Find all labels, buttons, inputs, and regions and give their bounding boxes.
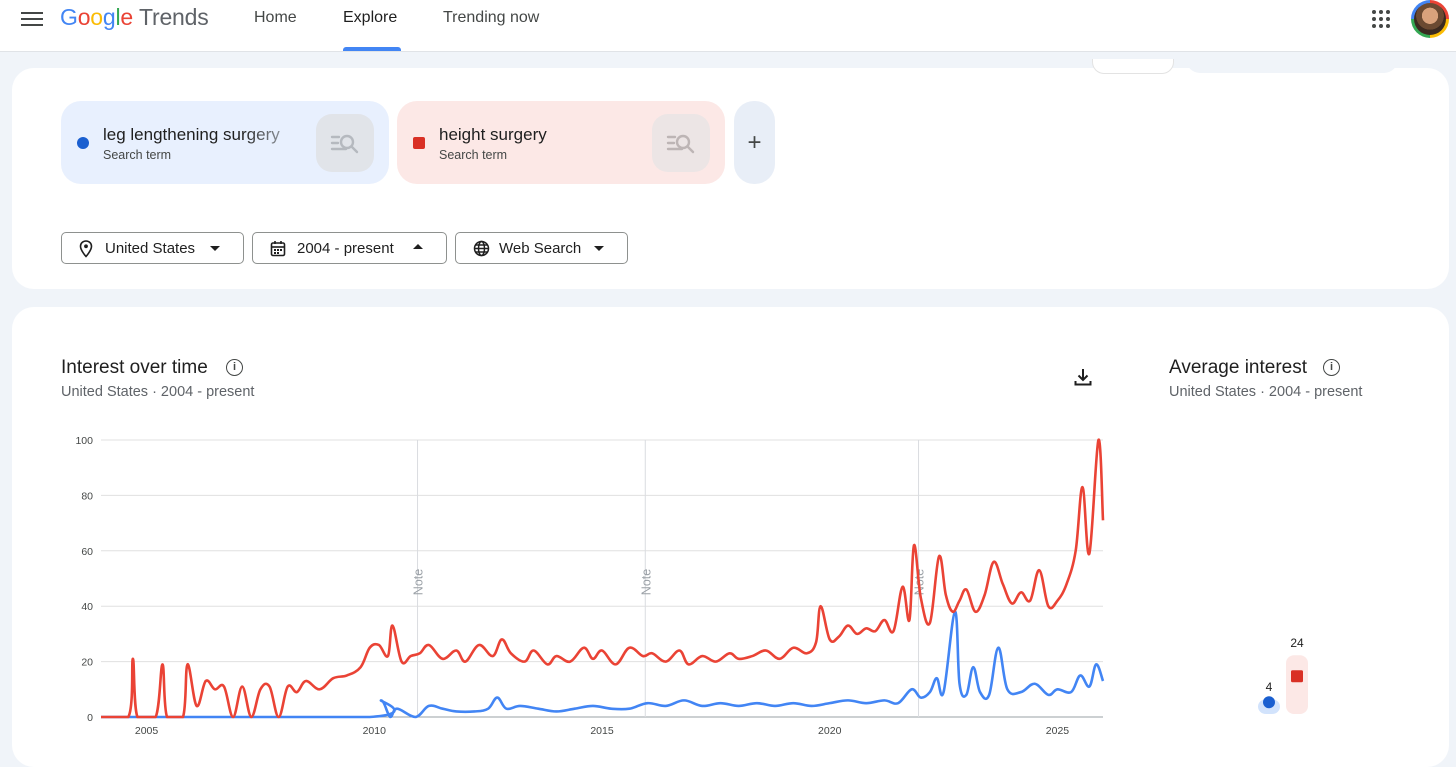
logo-letter: o [77, 4, 91, 30]
x-tick-label: 2005 [135, 725, 159, 737]
property-filter-label: Web Search [499, 240, 582, 257]
add-term-button[interactable]: + [734, 101, 775, 184]
note-label[interactable]: Note [639, 569, 653, 595]
dropdown-arrow-icon [594, 246, 604, 251]
average-interest-title: Average interest [1169, 357, 1308, 378]
logo-letter: e [120, 4, 133, 30]
hidden-toolbar-button [1092, 59, 1174, 74]
info-icon[interactable]: i [1323, 359, 1340, 376]
logo-letter: g [102, 4, 116, 30]
hidden-toolbar-field [1186, 59, 1398, 73]
region-filter-label: United States [105, 240, 196, 257]
average-value-label: 4 [1266, 680, 1273, 694]
region-filter-dropdown[interactable]: United States [61, 232, 244, 264]
search-term-chip-1[interactable]: leg lengthening surgery Search term [61, 101, 389, 184]
location-pin-icon [79, 240, 93, 258]
account-avatar[interactable] [1411, 0, 1449, 38]
logo-trends-word: Trends [139, 4, 209, 30]
series-marker-blue-dot [77, 137, 89, 149]
search-term-type: Search term [103, 148, 172, 162]
average-interest-subtitle: United States · 2004 - present [1169, 384, 1363, 400]
y-tick-label: 60 [81, 546, 93, 558]
download-csv-icon[interactable] [1072, 366, 1094, 388]
y-tick-label: 20 [81, 657, 93, 669]
search-explore-button[interactable] [316, 114, 374, 172]
average-interest-chart: 4 24 [1258, 636, 1308, 714]
globe-icon [473, 240, 490, 257]
hamburger-menu-icon[interactable] [21, 9, 43, 29]
y-tick-label: 40 [81, 601, 93, 613]
dropdown-arrow-icon [210, 246, 220, 251]
average-marker-dot [1263, 696, 1275, 709]
average-value-label: 24 [1290, 636, 1304, 650]
y-tick-label: 100 [75, 435, 93, 447]
top-app-bar: Google Trends Home Explore Trending now [0, 0, 1456, 52]
property-filter-dropdown[interactable]: Web Search [455, 232, 628, 264]
logo-letter: G [60, 4, 78, 30]
average-marker-square [1291, 670, 1303, 683]
info-icon[interactable]: i [226, 359, 243, 376]
x-tick-label: 2015 [590, 725, 614, 737]
y-tick-label: 0 [87, 712, 93, 724]
search-term-type: Search term [439, 148, 508, 162]
x-tick-label: 2020 [818, 725, 842, 737]
series-marker-red-square [413, 137, 425, 149]
search-term-name: leg lengthening surgery [103, 125, 280, 144]
interest-over-time-subtitle: United States · 2004 - present [61, 384, 255, 400]
dropdown-arrow-up-icon [413, 244, 423, 249]
x-tick-label: 2010 [363, 725, 387, 737]
x-tick-label: 2025 [1046, 725, 1070, 737]
active-tab-indicator [343, 47, 401, 51]
google-apps-icon[interactable] [1372, 10, 1390, 28]
logo-letter: o [90, 4, 103, 30]
y-tick-label: 80 [81, 490, 93, 502]
calendar-icon [270, 241, 286, 257]
series-line-height-surgery[interactable] [101, 438, 1105, 719]
search-term-chip-2[interactable]: height surgery Search term [397, 101, 725, 184]
interest-over-time-title: Interest over time [61, 357, 208, 378]
interest-over-time-chart[interactable]: 0 20 40 60 80 100 2005 2010 2015 2020 2025 Note Note… [60, 425, 1120, 747]
search-list-icon [666, 134, 695, 154]
series-line-leg-lengthening-surgery[interactable] [101, 610, 1105, 719]
tab-explore[interactable]: Explore [343, 9, 397, 27]
time-filter-dropdown[interactable]: 2004 - present [252, 232, 447, 264]
average-bar [1286, 655, 1308, 714]
tab-home[interactable]: Home [254, 9, 297, 27]
search-list-icon [330, 134, 359, 154]
google-trends-logo[interactable]: Google Trends [60, 4, 209, 31]
search-term-name: height surgery [439, 125, 547, 144]
search-explore-button[interactable] [652, 114, 710, 172]
time-filter-label: 2004 - present [297, 240, 394, 257]
note-label[interactable]: Note [412, 569, 426, 595]
tab-trending-now[interactable]: Trending now [443, 9, 539, 27]
